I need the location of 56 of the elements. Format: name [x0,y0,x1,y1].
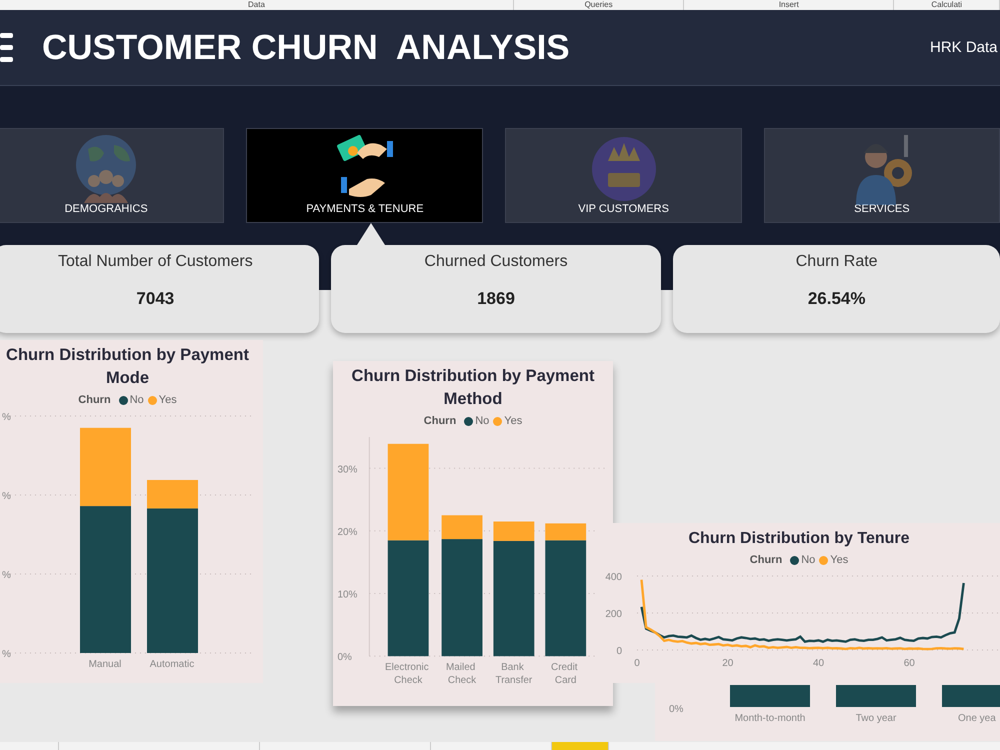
kpi-label: Churn Rate [796,253,878,271]
category-label: One yea [958,713,996,724]
legend-label: Yes [830,554,848,566]
axis-tick-label: 0 [634,658,640,669]
kpi-label: Total Number of Customers [58,253,253,271]
category-label: Credit Card [551,662,578,686]
account-name: HRK Data [930,39,999,56]
page-tab[interactable] [552,742,609,750]
category-label: Electronic Check [385,662,429,686]
ribbon-group-label: Calculati [931,0,962,9]
legend-title: Churn [424,415,456,427]
axis-tick-label: 0% [337,652,352,664]
axis-tick-label: 400 [605,572,622,583]
chart-title: Churn Distribution by Payment Method [350,366,596,410]
dashboard-title: CUSTOMER CHURN ANALYSIS [42,28,571,68]
axis-tick-label: 200 [605,609,622,620]
axis-label-fragment: % [2,491,11,502]
kpi-label: Churned Customers [424,253,568,271]
kpi-value: 26.54% [808,289,866,309]
ribbon-group-label: Insert [778,0,799,9]
axis-tick-label: 0 [616,646,622,657]
bar [942,685,1000,707]
ribbon-group-label: Queries [584,0,613,9]
axis-tick-label: 10% [337,590,358,601]
kpi-value: 1869 [477,289,515,309]
legend-label: No [801,554,816,566]
axis-tick-label: 20 [722,658,734,669]
category-label: Automatic [150,659,194,670]
axis-tick-label: 60 [904,658,915,669]
chart-title: Churn Distribution by Tenure [688,529,910,549]
axis-tick-label: 20% [337,526,358,538]
legend-title: Churn [78,394,111,406]
category-label: Mailed Check [446,662,476,686]
legend-label: No [130,394,144,406]
axis-tick-label: 40 [812,658,824,669]
category-label: Month-to-month [734,713,806,724]
axis-label-fragment: % [2,412,11,423]
chart-title: Churn Distribution by Payment Mode [5,345,250,389]
legend-label: No [475,415,490,427]
kpi-value: 7043 [136,289,174,309]
nav-tile[interactable]: DEMOGRAHICS [0,128,224,223]
axis-tick-label: 0% [669,704,684,715]
axis-label-fragment: % [2,570,11,581]
nav-tile[interactable]: VIP CUSTOMERS [505,128,742,223]
category-label: Two year [856,713,896,724]
menu-icon[interactable] [0,30,14,64]
category-label: Manual [88,659,122,670]
legend-label: Yes [504,415,522,427]
legend-label: Yes [158,394,177,406]
nav-tile[interactable]: PAYMENTS & TENURE [246,128,484,223]
axis-label-fragment: % [2,649,11,660]
nav-tile[interactable]: SERVICES [764,128,1000,223]
legend-title: Churn [750,554,782,566]
ribbon-group-label: Data [248,0,265,9]
category-label: Bank Transfer [496,662,532,686]
axis-tick-label: 30% [337,464,358,476]
